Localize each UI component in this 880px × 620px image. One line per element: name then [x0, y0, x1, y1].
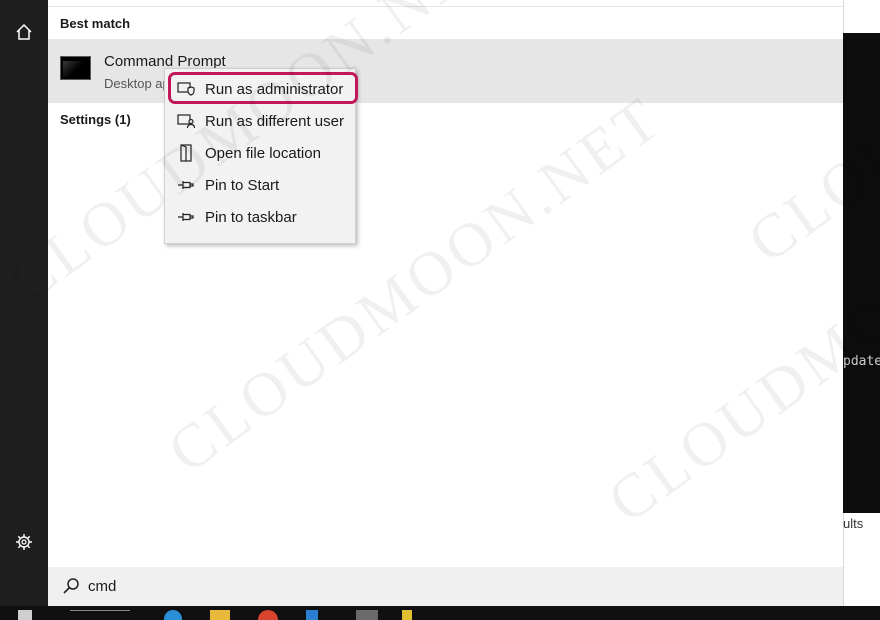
menu-item-open-file-location[interactable]: Open file location — [165, 137, 355, 169]
command-prompt-app-icon — [60, 56, 91, 80]
background-console-area — [843, 33, 880, 513]
pin-icon — [177, 208, 195, 226]
background-window-titlebar — [843, 0, 880, 33]
user-window-icon — [177, 112, 195, 130]
start-button-icon[interactable] — [18, 610, 32, 620]
best-match-heading: Best match — [60, 16, 131, 31]
panel-top-border — [48, 0, 843, 7]
menu-item-pin-to-taskbar[interactable]: Pin to taskbar — [165, 201, 355, 233]
taskbar-search-box[interactable] — [70, 610, 130, 620]
app-icon[interactable] — [306, 610, 318, 620]
home-icon[interactable] — [12, 20, 36, 44]
folder-icon[interactable] — [210, 610, 230, 620]
menu-item-label: Pin to taskbar — [205, 208, 297, 226]
edge-icon[interactable] — [164, 610, 182, 620]
chrome-icon[interactable] — [258, 610, 278, 620]
highlight-box — [168, 72, 358, 104]
menu-item-run-as-different-user[interactable]: Run as different user — [165, 105, 355, 137]
menu-item-pin-to-start[interactable]: Pin to Start — [165, 169, 355, 201]
pin-icon — [177, 176, 195, 194]
menu-item-label: Run as different user — [205, 112, 344, 130]
settings-heading[interactable]: Settings (1) — [60, 112, 131, 127]
search-box[interactable] — [48, 567, 843, 606]
gear-icon[interactable] — [12, 530, 36, 554]
taskbar — [0, 606, 880, 620]
start-left-rail — [0, 0, 48, 606]
menu-item-label: Pin to Start — [205, 176, 280, 194]
background-console-text: pdate — [843, 354, 880, 369]
menu-item-label: Open file location — [205, 144, 321, 162]
tool-icon[interactable] — [402, 610, 412, 620]
search-icon — [62, 577, 80, 595]
terminal-icon[interactable] — [356, 610, 378, 620]
background-window-text: ults — [843, 516, 864, 531]
folder-location-icon — [177, 144, 195, 162]
search-input[interactable]: cmd — [88, 578, 116, 595]
